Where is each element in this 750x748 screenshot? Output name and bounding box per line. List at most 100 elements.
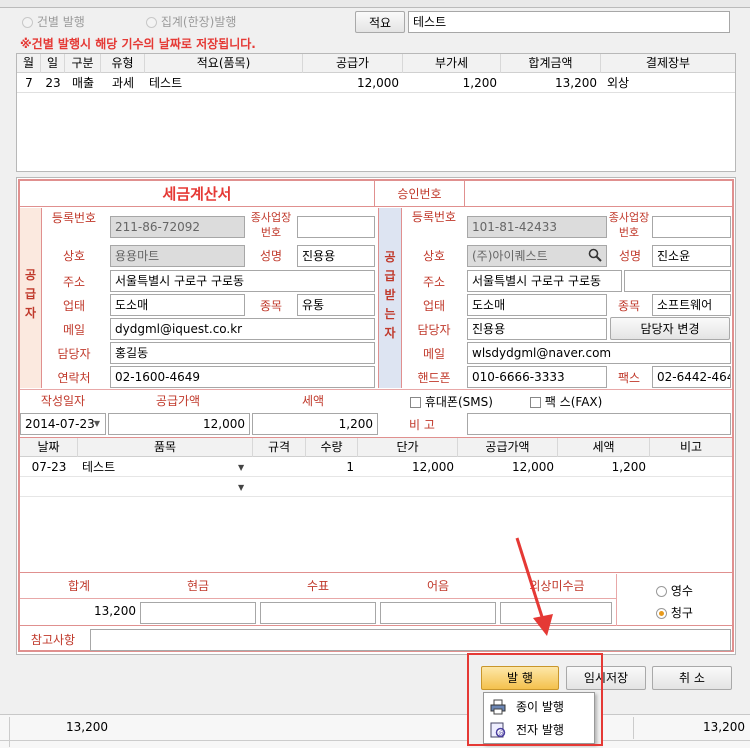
col-ledger: 결제장부: [645, 56, 691, 70]
supplier-side-text: 공급자: [24, 268, 37, 320]
receiver-email-label: 메일: [422, 347, 446, 361]
receiver-addr2-input[interactable]: [624, 270, 731, 292]
cell-kind: 과세: [111, 76, 135, 90]
receiver-addr-input[interactable]: 서울특별시 구로구 구로동: [467, 270, 622, 292]
window-titlebar: [0, 0, 750, 8]
bill-label: 어음: [426, 579, 450, 593]
supplier-biz-input[interactable]: 도소매: [110, 294, 245, 316]
notice-text: ※건별 발행시 해당 기수의 날짜로 저장됩니다.: [20, 37, 256, 51]
receiver-addr-label: 주소: [422, 275, 446, 289]
memo-button[interactable]: 적요: [355, 11, 405, 33]
cancel-button[interactable]: 취 소: [652, 666, 732, 690]
receiver-sub-label: 종사업장번호: [608, 211, 650, 239]
supplier-addr-input[interactable]: 서울특별시 구로구 구로동: [110, 270, 375, 292]
supplier-item-input[interactable]: 유통: [297, 294, 375, 316]
status-right-value: 13,200: [703, 720, 745, 734]
col-date: 날짜: [20, 438, 78, 457]
supplier-manager-input[interactable]: 홍길동: [110, 342, 375, 364]
divider: [0, 740, 467, 741]
sms-checkbox[interactable]: 휴대폰(SMS): [410, 393, 493, 410]
status-strip-left: 13,200: [0, 714, 467, 748]
cell-supply: 12,000: [512, 460, 554, 474]
receiver-manager-input[interactable]: 진용용: [467, 318, 607, 340]
status-left-value: 13,200: [66, 720, 108, 734]
highlight-box: [467, 653, 603, 746]
bill-input[interactable]: [380, 602, 496, 624]
col-day: 일: [41, 54, 65, 73]
cell-qty: 1: [346, 460, 354, 474]
arrow-annotation-icon: [515, 537, 553, 636]
approval-label: 승인번호: [375, 181, 465, 207]
search-icon[interactable]: [587, 247, 603, 263]
receiver-reg-label: 등록번호: [411, 210, 457, 224]
check-input[interactable]: [260, 602, 376, 624]
receiver-sub-input[interactable]: [652, 216, 731, 238]
supplier-reg-label: 등록번호: [51, 211, 97, 225]
cash-input[interactable]: [140, 602, 256, 624]
summary-grid[interactable]: 월 일 구분 유형 적요(품목) 공급가 부가세 합계금액 결제장부 7 23 …: [16, 53, 736, 172]
supplier-contact-input[interactable]: 02-1600-4649: [110, 366, 375, 388]
table-row[interactable]: 07-23 테스트 ▼ 1 12,000 12,000 1,200: [20, 458, 732, 477]
cell-date: 07-23: [31, 460, 67, 474]
supplier-sub-input[interactable]: [297, 216, 375, 238]
radio-claim[interactable]: 청구: [656, 604, 693, 621]
memo-label: 참고사항: [30, 633, 76, 647]
receiver-reg-input[interactable]: 101-81-42433: [467, 216, 607, 238]
col-vat: 부가세: [403, 54, 501, 73]
supplier-manager-label: 담당자: [57, 347, 91, 361]
divider: [633, 717, 634, 739]
receiver-item-input[interactable]: 소프트웨어: [652, 294, 731, 316]
chevron-down-icon[interactable]: ▼: [90, 415, 104, 433]
receiver-email-input[interactable]: wlsdydgml@naver.com: [467, 342, 731, 364]
receiver-company-input[interactable]: (주)아이퀘스트: [467, 245, 607, 267]
col-supply: 공급가: [303, 54, 403, 73]
radio-single-issue[interactable]: 건별 발행: [22, 13, 85, 30]
col-tax: 세액: [558, 438, 650, 457]
fax-check-label: 팩 스(FAX): [544, 395, 603, 409]
sms-label: 휴대폰(SMS): [424, 395, 493, 409]
radio-icon: [656, 586, 667, 597]
receiver-phone-input[interactable]: 010-6666-3333: [467, 366, 607, 388]
cash-label: 현금: [186, 579, 210, 593]
reference-memo-input[interactable]: [90, 629, 731, 651]
supplier-company-label: 상호: [62, 249, 86, 263]
receiver-biz-input[interactable]: 도소매: [467, 294, 607, 316]
cell-tax: 1,200: [611, 460, 646, 474]
supplier-email-input[interactable]: dydgml@iquest.co.kr: [110, 318, 375, 340]
radio-sum-issue[interactable]: 집계(한장)발행: [146, 13, 236, 30]
col-spec: 규격: [253, 438, 306, 457]
table-row[interactable]: 7 23 매출 과세 테스트 12,000 1,200 13,200 외상: [17, 74, 735, 93]
supplier-reg-input[interactable]: 211-86-72092: [110, 216, 245, 238]
invoice-title: 세금계산서: [20, 181, 375, 207]
supply-input[interactable]: 12,000: [108, 413, 250, 435]
tax-input[interactable]: 1,200: [252, 413, 378, 435]
checkbox-icon: [410, 397, 421, 408]
total-value: 13,200: [94, 604, 136, 618]
tax-label: 세액: [301, 394, 325, 408]
change-manager-button[interactable]: 담당자 변경: [610, 317, 730, 340]
radio-receipt[interactable]: 영수: [656, 582, 693, 599]
col-supply: 공급가액: [458, 438, 558, 457]
fax-checkbox[interactable]: 팩 스(FAX): [530, 393, 602, 410]
receiver-name-input[interactable]: 진소윤: [652, 245, 731, 267]
chevron-down-icon[interactable]: ▼: [238, 478, 250, 497]
check-label: 수표: [306, 579, 330, 593]
supplier-name-input[interactable]: 진용용: [297, 245, 375, 267]
table-row[interactable]: ▼: [20, 478, 732, 497]
supplier-company-input[interactable]: 용용마트: [110, 245, 245, 267]
item-grid[interactable]: 날짜 품목 규격 수량 단가 공급가액 세액 비고 07-23 테스트 ▼ 1 …: [20, 437, 732, 573]
summary-header: 월 일 구분 유형 적요(품목) 공급가 부가세 합계금액 결제장부: [17, 54, 735, 73]
note-input[interactable]: [467, 413, 731, 435]
cell-type: 매출: [71, 76, 95, 90]
chevron-down-icon[interactable]: ▼: [238, 458, 250, 477]
supplier-biz-label: 업태: [62, 299, 86, 313]
cell-total: 13,200: [555, 76, 597, 90]
radio-receipt-label: 영수: [670, 584, 693, 598]
receiver-name-label: 성명: [618, 249, 642, 263]
receiver-biz-label: 업태: [422, 299, 446, 313]
receiver-fax-input[interactable]: 02-6442-4649: [652, 366, 731, 388]
receiver-phone-label: 핸드폰: [417, 371, 451, 385]
col-qty: 수량: [306, 438, 358, 457]
memo-input[interactable]: 테스트: [408, 11, 730, 33]
supplier-email-label: 메일: [62, 323, 86, 337]
